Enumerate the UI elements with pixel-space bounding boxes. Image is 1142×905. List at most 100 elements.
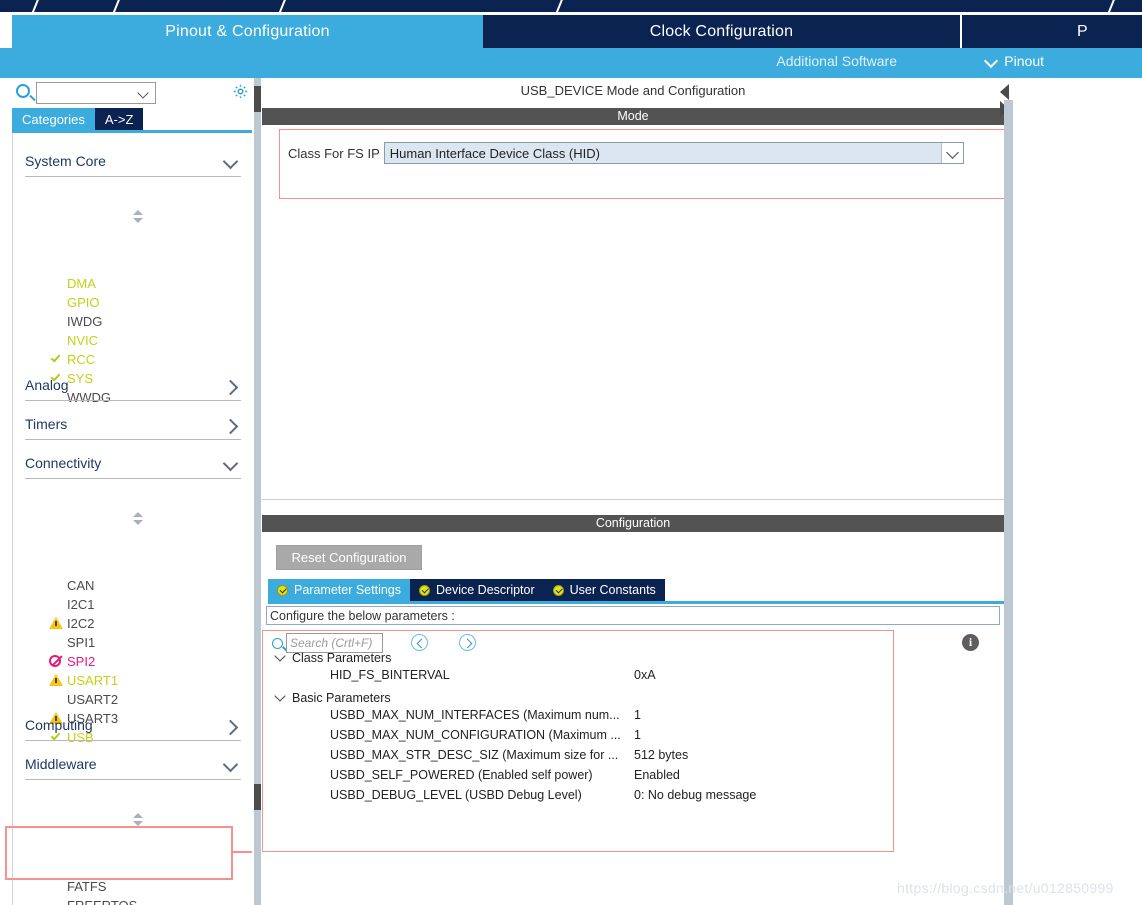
group-title: System Core [25, 153, 106, 169]
warning-icon [49, 673, 64, 688]
sidebar-item-label: SPI1 [67, 635, 96, 650]
param-name[interactable]: USBD_DEBUG_LEVEL (USBD Debug Level) [330, 788, 582, 808]
chevron-down-icon[interactable] [940, 143, 963, 163]
circle-left-arrow-icon[interactable] [411, 634, 428, 651]
chevron-down-icon [139, 89, 149, 99]
mode-band-label: Mode [617, 109, 649, 123]
additional-software-button[interactable]: Additional Software [776, 53, 897, 69]
sidebar-group-middleware[interactable]: Middleware [25, 752, 241, 782]
ip-tree-sidebar: Categories A->Z System Core DMA GPIO IWD [0, 78, 383, 905]
sidebar-tab-a-to-z[interactable]: A->Z [94, 108, 144, 130]
group-title: Middleware [25, 756, 97, 772]
tab-project-manager[interactable]: P [962, 15, 1142, 48]
decor-slash [29, 0, 41, 12]
param-value[interactable]: 512 bytes [634, 748, 688, 768]
splitter-grip-bottom[interactable] [254, 784, 261, 810]
sidebar-item-i2c2[interactable]: I2C2 [49, 614, 94, 633]
gear-icon[interactable] [232, 83, 249, 100]
sidebar-item-iwdg[interactable]: IWDG [49, 312, 102, 331]
right-splitter[interactable] [1004, 100, 1013, 905]
sidebar-splitter[interactable] [252, 78, 262, 905]
chevron-down-icon [224, 156, 237, 169]
sidebar-group-analog[interactable]: Analog [25, 373, 241, 403]
chevron-down-icon [224, 759, 237, 772]
param-value[interactable]: Enabled [634, 768, 680, 788]
sidebar-item-usart1[interactable]: USART1 [49, 671, 118, 690]
sidebar-item-rcc[interactable]: RCC [49, 350, 95, 369]
param-value[interactable]: 0xA [634, 668, 656, 688]
sidebar-item-usart2[interactable]: USART2 [49, 690, 118, 709]
decor-slash [110, 0, 122, 12]
splitter-grip-top[interactable] [254, 86, 261, 112]
sidebar-group-timers[interactable]: Timers [25, 412, 241, 442]
arrow-left-icon[interactable] [1000, 84, 1009, 100]
sidebar-item-gpio[interactable]: GPIO [49, 293, 100, 312]
tab-parameter-settings[interactable]: Parameter Settings [268, 579, 410, 601]
right-empty-pane [1013, 78, 1142, 905]
tab-pinout-configuration[interactable]: Pinout & Configuration [12, 15, 483, 48]
sidebar-item-spi2[interactable]: SPI2 [49, 652, 95, 671]
scroll-spinner[interactable] [131, 210, 145, 224]
sidebar-item-label: DMA [67, 276, 96, 291]
sidebar-item-freertos[interactable]: FREERTOS [49, 896, 137, 905]
splitter-bar[interactable] [254, 78, 261, 905]
sidebar-item-nvic[interactable]: NVIC [49, 331, 98, 350]
sidebar-group-system-core[interactable]: System Core [25, 149, 241, 179]
param-group-basic-parameters[interactable]: Basic Parameters [276, 688, 391, 708]
tab-label: Parameter Settings [294, 583, 401, 597]
sidebar-group-computing[interactable]: Computing [25, 713, 241, 743]
sidebar-item-can[interactable]: CAN [49, 576, 94, 595]
configuration-tabs-underline [268, 601, 1004, 604]
pinout-menu-button[interactable]: Pinout [985, 53, 1044, 69]
param-group-class-parameters[interactable]: Class Parameters [276, 648, 391, 668]
configure-parameters-note: Configure the below parameters : [266, 606, 1000, 625]
tab-label: Device Descriptor [436, 583, 535, 597]
group-title: Timers [25, 416, 68, 432]
info-icon[interactable]: i [962, 634, 979, 651]
mode-panel: Class For FS IP Human Interface Device C… [279, 129, 1009, 199]
chevron-right-icon [224, 720, 237, 733]
param-name[interactable]: USBD_MAX_STR_DESC_SIZ (Maximum size for … [330, 748, 618, 768]
chevron-down-icon [276, 653, 286, 663]
sidebar-item-label: FREERTOS [49, 898, 137, 905]
sidebar-item-dma[interactable]: DMA [49, 274, 96, 293]
reset-configuration-button[interactable]: Reset Configuration [276, 545, 422, 570]
sidebar-group-connectivity[interactable]: Connectivity [25, 451, 241, 481]
tab-clock-configuration[interactable]: Clock Configuration [483, 15, 960, 48]
scroll-spinner[interactable] [131, 813, 145, 827]
class-for-fs-ip-value: Human Interface Device Class (HID) [389, 146, 600, 161]
tab-device-descriptor[interactable]: Device Descriptor [410, 579, 544, 601]
param-value[interactable]: 0: No debug message [634, 788, 756, 808]
sidebar-item-spi1[interactable]: SPI1 [49, 633, 95, 652]
check-icon [49, 352, 64, 367]
group-title: Connectivity [25, 455, 102, 471]
param-name[interactable]: USBD_MAX_NUM_CONFIGURATION (Maximum ... [330, 728, 621, 748]
param-name[interactable]: USBD_MAX_NUM_INTERFACES (Maximum num... [330, 708, 620, 728]
circle-right-arrow-icon[interactable] [459, 634, 476, 651]
stm32cubemx-window: Pinout & Configuration Clock Configurati… [0, 0, 1142, 905]
param-value[interactable]: 1 [634, 708, 641, 728]
sidebar-item-label: CAN [67, 578, 95, 593]
class-for-fs-ip-select[interactable]: Human Interface Device Class (HID) [383, 142, 964, 164]
group-title: Analog [25, 377, 69, 393]
page-title: USB_DEVICE Mode and Configuration [520, 83, 746, 98]
class-for-fs-ip-row: Class For FS IP Human Interface Device C… [288, 142, 964, 164]
sidebar-tree: System Core DMA GPIO IWDG NVIC RCC SYS W… [12, 133, 252, 905]
tab-label: User Constants [569, 583, 656, 597]
reset-configuration-label: Reset Configuration [291, 550, 407, 565]
blocked-icon [49, 654, 64, 669]
group-rule [25, 400, 241, 401]
tab-user-constants[interactable]: User Constants [543, 579, 665, 601]
scroll-spinner[interactable] [131, 512, 145, 526]
annotation-box-usb-device [5, 826, 233, 880]
check-circle-icon [277, 584, 288, 596]
class-for-fs-ip-label: Class For FS IP [288, 145, 380, 161]
param-name[interactable]: HID_FS_BINTERVAL [330, 668, 450, 688]
param-name[interactable]: USBD_SELF_POWERED (Enabled self power) [330, 768, 593, 788]
sidebar-tab-categories[interactable]: Categories [12, 108, 95, 130]
search-input[interactable] [36, 82, 156, 104]
mode-band: Mode [262, 108, 1004, 125]
tab-label: Clock Configuration [649, 22, 794, 40]
param-value[interactable]: 1 [634, 728, 641, 748]
sidebar-item-i2c1[interactable]: I2C1 [49, 595, 94, 614]
